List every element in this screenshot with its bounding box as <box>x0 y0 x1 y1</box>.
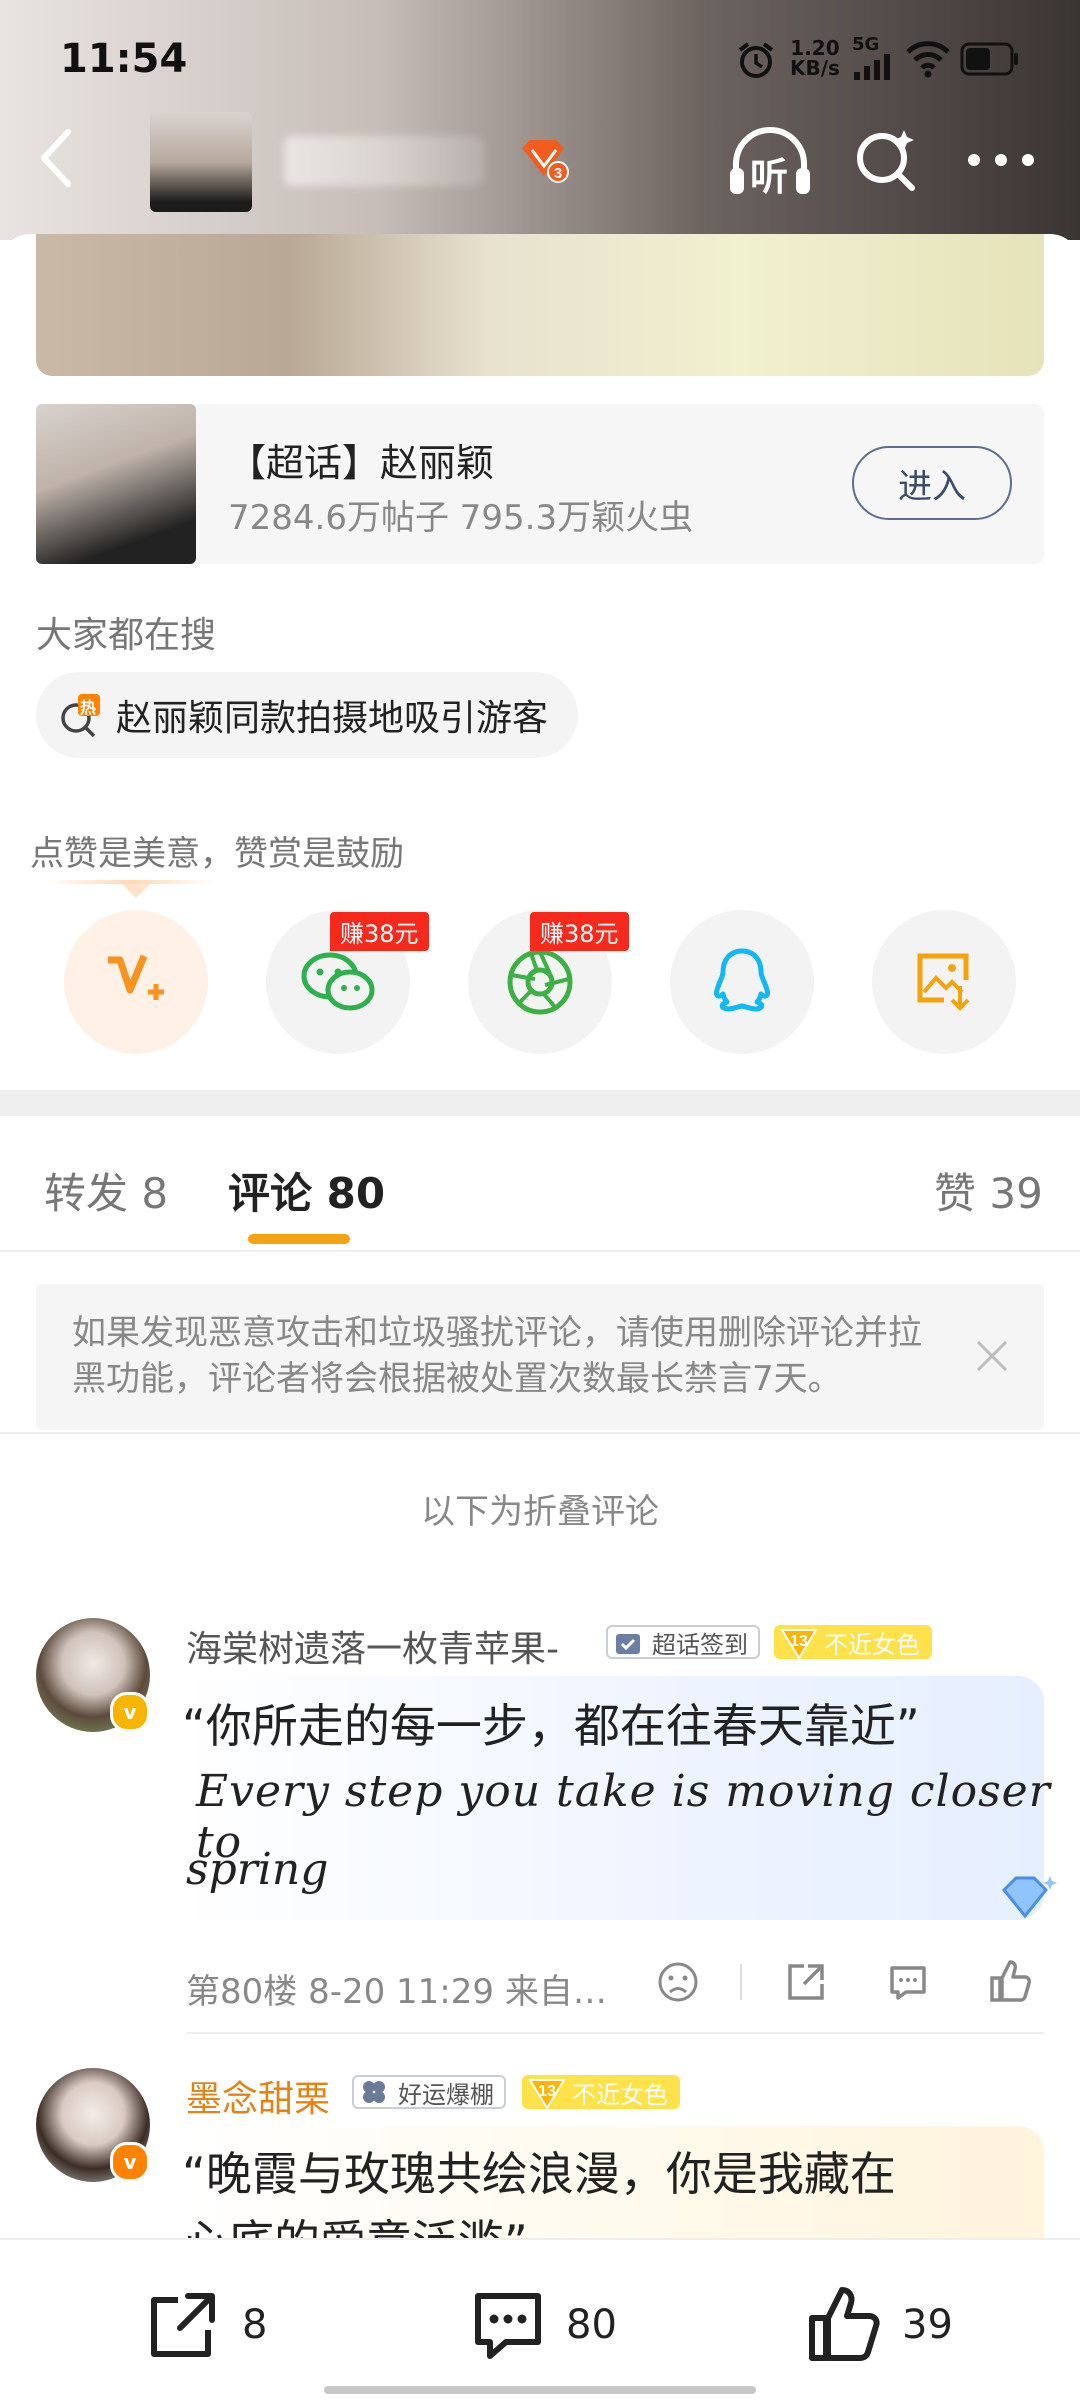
commenter-name[interactable]: 海棠树遗落一枚青苹果- <box>186 1620 559 1672</box>
repost-button[interactable]: 8 <box>146 2288 296 2362</box>
repost-icon <box>151 2293 215 2357</box>
battery-icon <box>960 42 1020 80</box>
qq-icon <box>714 948 770 1012</box>
comment-count: 80 <box>566 2302 617 2348</box>
trending-search-chip[interactable]: 赵丽颖同款拍摄地吸引游客 <box>36 672 579 758</box>
reward-hint: 点赞是美意，赞赏是鼓励 <box>30 834 404 874</box>
fan-level-number: 13 <box>538 2083 556 2100</box>
trending-search-text: 赵丽颖同款拍摄地吸引游客 <box>116 698 549 739</box>
search-icon[interactable] <box>852 126 922 200</box>
alarm-icon <box>736 40 776 84</box>
wifi-icon <box>904 40 952 82</box>
signal-icon: 5G <box>852 36 892 84</box>
diamond-sticker-icon <box>990 1870 1060 1934</box>
verified-badge-icon: v <box>110 1692 150 1732</box>
calendar-check-icon <box>614 1630 642 1660</box>
supertopic-checkin-label: 超话签到 <box>652 1630 748 1659</box>
comment-button[interactable]: 80 <box>470 2288 640 2362</box>
meta-divider <box>740 1964 742 2000</box>
super-topic-title: 【超话】赵丽颖 <box>228 441 495 485</box>
comment-share-icon[interactable] <box>784 1960 828 2008</box>
home-indicator[interactable] <box>324 2386 756 2394</box>
comment-divider <box>186 2032 1044 2034</box>
comment-quote: “你所走的每一步，都在往春天靠近” <box>182 1699 920 1753</box>
vip-badge-icon: 3 <box>518 138 570 188</box>
enter-topic-button[interactable]: 进入 <box>852 446 1012 520</box>
net-speed-value: 1.20 <box>790 36 840 60</box>
share-qq-button[interactable] <box>670 910 814 1054</box>
like-count: 39 <box>902 2302 953 2348</box>
tab-like[interactable]: 赞 39 <box>934 1160 1043 1221</box>
comment-script-line-2: spring <box>186 1844 329 1895</box>
commenter-name[interactable]: 墨念甜栗 <box>186 2070 330 2122</box>
fan-level-icon: 13 <box>526 2072 568 2116</box>
poster-avatar[interactable] <box>150 112 252 212</box>
comment-notice-text: 如果发现恶意攻击和垃圾骚扰评论，请使用删除评论并拉黑功能，评论者将会根据被处置次… <box>72 1313 922 1399</box>
more-icon[interactable] <box>966 150 1036 174</box>
wechat-earn-badge: 赚38元 <box>330 912 429 951</box>
like-button[interactable]: 39 <box>806 2284 976 2364</box>
save-image-button[interactable] <box>872 910 1016 1054</box>
signal-label: 5G <box>852 34 880 55</box>
tab-repost[interactable]: 转发 8 <box>44 1160 168 1221</box>
fan-level-number: 13 <box>790 1633 808 1650</box>
dislike-icon[interactable] <box>656 1960 700 2008</box>
tab-divider <box>0 1250 1080 1252</box>
section-divider <box>0 1090 1080 1116</box>
v-plus-icon <box>108 954 164 1000</box>
super-topic-stats: 7284.6万帖子 795.3万颖火虫 <box>228 498 694 538</box>
comment-meta: 第80楼 8-20 11:29 来自… <box>186 1972 607 2012</box>
comment-like-icon[interactable] <box>988 1958 1032 2008</box>
poster-name-blurred[interactable] <box>284 136 484 186</box>
lucky-badge-label: 好运爆棚 <box>398 2080 494 2109</box>
fan-level-icon: 13 <box>778 1622 820 1666</box>
verified-badge-icon: v <box>110 2142 150 2182</box>
back-icon[interactable] <box>34 126 78 194</box>
net-speed-unit: KB/s <box>790 56 840 80</box>
hot-tag: 热 <box>80 698 97 717</box>
active-tab-indicator <box>248 1234 350 1244</box>
listen-button[interactable]: 听 <box>726 126 814 199</box>
comment-quote-line-1: “晚霞与玫瑰共绘浪漫，你是我藏在 <box>182 2147 896 2201</box>
net-speed: 1.20 KB/s <box>790 38 840 78</box>
comment-icon <box>475 2293 541 2359</box>
reward-pointer <box>122 884 150 898</box>
moments-shutter-icon <box>507 949 573 1015</box>
save-image-icon <box>917 953 970 1011</box>
notice-divider <box>0 1432 1080 1434</box>
fan-level-label: 不近女色 <box>824 1630 920 1659</box>
repost-count: 8 <box>242 2302 268 2348</box>
fan-level-label: 不近女色 <box>572 2080 668 2109</box>
super-topic-avatar[interactable] <box>36 404 196 564</box>
listen-label: 听 <box>750 155 789 199</box>
vip-level: 3 <box>554 165 562 182</box>
close-icon[interactable] <box>974 1338 1010 1378</box>
post-image[interactable] <box>36 234 1044 376</box>
thumbs-up-icon <box>809 2287 880 2361</box>
comment-script-line-1: Every step you take is moving closer to <box>196 1766 1051 1868</box>
share-weibo-v-button[interactable] <box>64 910 208 1054</box>
wechat-icon <box>301 952 375 1011</box>
comment-reply-icon[interactable] <box>886 1960 930 2008</box>
moments-earn-badge: 赚38元 <box>530 912 629 951</box>
tab-comment[interactable]: 评论 80 <box>228 1160 385 1221</box>
clover-icon <box>358 2076 390 2112</box>
trending-search-label: 大家都在搜 <box>36 615 217 656</box>
folded-comments-label: 以下为折叠评论 <box>421 1492 659 1532</box>
status-time: 11:54 <box>60 36 188 82</box>
hot-search-icon: 热 <box>58 694 100 738</box>
